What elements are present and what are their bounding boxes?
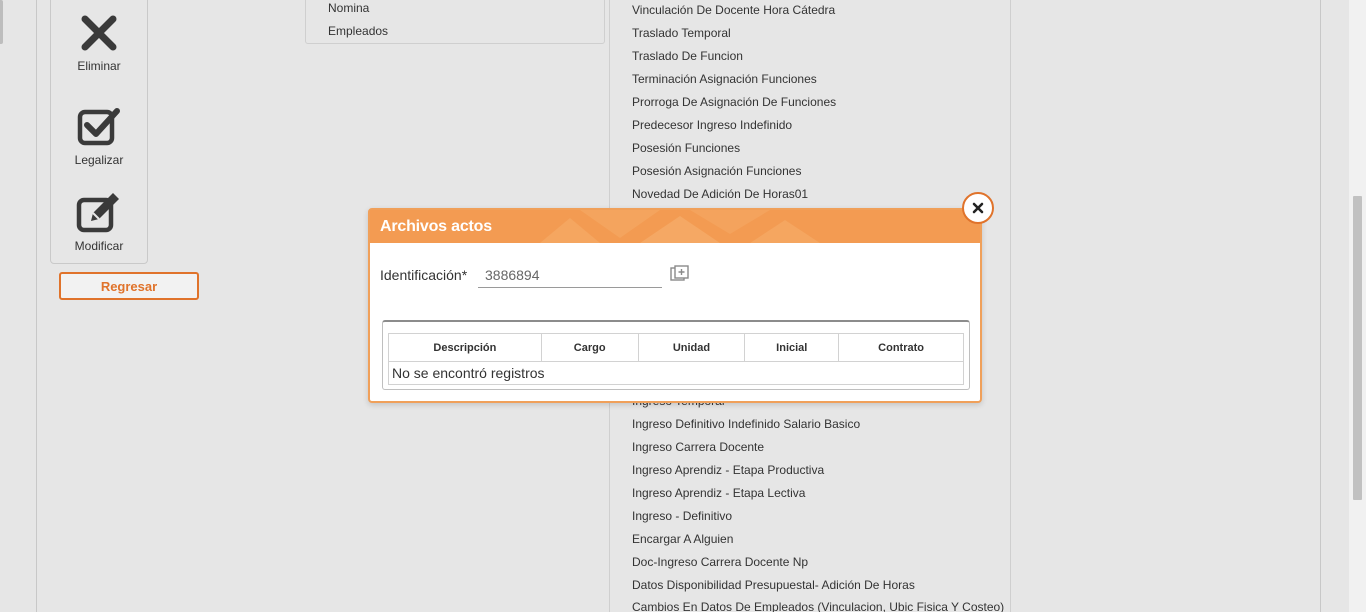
modificar-label: Modificar bbox=[74, 239, 124, 253]
checkbox-checked-icon bbox=[77, 108, 120, 146]
eliminar-label: Eliminar bbox=[77, 59, 121, 73]
identificacion-label: Identificación* bbox=[380, 267, 468, 283]
list-item[interactable]: Ingreso Aprendiz - Etapa Lectiva bbox=[632, 486, 805, 500]
list-item[interactable]: Terminación Asignación Funciones bbox=[632, 72, 817, 86]
column-header-cargo[interactable]: Cargo bbox=[540, 333, 639, 362]
action-toolbar: Eliminar Legalizar Modificar bbox=[50, 0, 148, 264]
records-table: Descripción Cargo Unidad Inicial Contrat… bbox=[388, 333, 964, 385]
list-item[interactable]: Traslado Temporal bbox=[632, 26, 731, 40]
column-header-inicial[interactable]: Inicial bbox=[744, 333, 840, 362]
menu-item-empleados[interactable]: Empleados bbox=[328, 24, 388, 38]
close-icon bbox=[972, 202, 984, 214]
list-item[interactable]: Encargar A Alguien bbox=[632, 532, 733, 546]
archivos-actos-dialog: Archivos actos Identificación* Descripci… bbox=[368, 208, 982, 403]
list-item[interactable]: Datos Disponibilidad Presupuestal- Adici… bbox=[632, 578, 915, 592]
list-item[interactable]: Posesión Asignación Funciones bbox=[632, 164, 801, 178]
list-item[interactable]: Novedad De Adición De Horas01 bbox=[632, 187, 808, 201]
content-border-right bbox=[1320, 0, 1321, 612]
list-item[interactable]: Predecesor Ingreso Indefinido bbox=[632, 118, 792, 132]
list-item[interactable]: Ingreso Carrera Docente bbox=[632, 440, 764, 454]
column-header-unidad[interactable]: Unidad bbox=[637, 333, 746, 362]
column-header-descripcion[interactable]: Descripción bbox=[388, 333, 542, 362]
list-item[interactable]: Posesión Funciones bbox=[632, 141, 740, 155]
window-edge bbox=[0, 0, 3, 44]
list-item[interactable]: Ingreso Aprendiz - Etapa Productiva bbox=[632, 463, 824, 477]
legalizar-label: Legalizar bbox=[74, 153, 124, 167]
menu-item-nomina[interactable]: Nomina bbox=[328, 1, 369, 15]
list-item[interactable]: Ingreso - Definitivo bbox=[632, 509, 732, 523]
identificacion-input[interactable] bbox=[478, 262, 662, 288]
close-icon bbox=[81, 15, 117, 51]
edit-icon bbox=[76, 193, 119, 233]
scrollbar-thumb[interactable] bbox=[1353, 196, 1362, 500]
regresar-button[interactable]: Regresar bbox=[59, 272, 199, 300]
search-document-icon[interactable] bbox=[670, 265, 690, 283]
eliminar-button[interactable]: Eliminar bbox=[51, 13, 147, 73]
vertical-scrollbar[interactable] bbox=[1349, 0, 1366, 612]
content-border-left bbox=[36, 0, 37, 612]
dialog-header: Archivos actos bbox=[370, 210, 980, 243]
page: Eliminar Legalizar Modificar Regresar No… bbox=[0, 0, 1366, 612]
list-item[interactable]: Doc-Ingreso Carrera Docente Np bbox=[632, 555, 808, 569]
list-item[interactable]: Ingreso Definitivo Indefinido Salario Ba… bbox=[632, 417, 860, 431]
dropdown-menu: Nomina Empleados bbox=[305, 0, 605, 44]
close-dialog-button[interactable] bbox=[962, 192, 994, 224]
dialog-title: Archivos actos bbox=[380, 218, 492, 235]
modificar-button[interactable]: Modificar bbox=[51, 191, 147, 253]
header-pattern bbox=[540, 210, 820, 243]
list-item[interactable]: Prorroga De Asignación De Funciones bbox=[632, 95, 836, 109]
empty-message: No se encontró registros bbox=[388, 361, 964, 385]
list-item[interactable]: Vinculación De Docente Hora Cátedra bbox=[632, 3, 835, 17]
list-item[interactable]: Cambios En Datos De Empleados (Vinculaci… bbox=[632, 600, 1004, 612]
records-table-container: Descripción Cargo Unidad Inicial Contrat… bbox=[382, 320, 970, 390]
column-header-contrato[interactable]: Contrato bbox=[838, 333, 964, 362]
legalizar-button[interactable]: Legalizar bbox=[51, 107, 147, 167]
list-item[interactable]: Traslado De Funcion bbox=[632, 49, 743, 63]
table-row: No se encontró registros bbox=[388, 361, 964, 385]
